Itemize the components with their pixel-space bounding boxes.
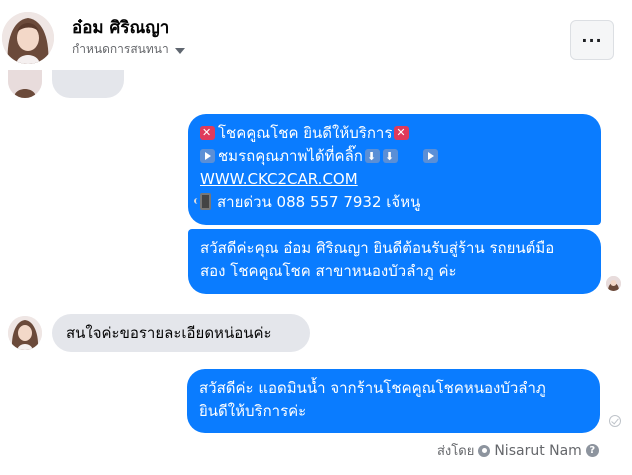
message-text: ยินดีให้บริการค่ะ [199,402,307,420]
caret-down-icon [174,47,185,54]
gear-icon [478,444,491,457]
message-line: ชมรถคุณภาพได้ที่คลิ๊ก [200,145,589,168]
conversation-settings-label: กำหนดการสนทนา [72,42,169,56]
down-arrow-icon [364,145,380,168]
message-text: สนใจค่ะขอรายละเอียดหน่อนค่ะ [66,324,272,342]
contact-avatar-small[interactable] [8,316,42,350]
contact-name[interactable]: อ๋อม ศิริณญา [72,14,169,41]
play-button-icon [422,149,438,163]
sender-name: Nisarut Nam [494,442,582,459]
previous-message-bubble [52,70,124,98]
cross-mark-icon [394,121,410,144]
messenger-conversation: อ๋อม ศิริณญา กำหนดการสนทนา ··· โชคคูณโชค… [0,0,632,475]
sent-by-info: ส่งโดย Nisarut Nam ? [437,440,599,461]
message-text: สอง โชคคูณโชค สาขาหนองบัวลำภู ค่ะ [200,262,457,280]
sent-check-icon [609,415,621,427]
more-icon: ··· [581,30,603,50]
message-text: ชมรถคุณภาพได้ที่คลิ๊ก [218,147,363,165]
seen-indicator-avatar [606,276,621,291]
message-text: สายด่วน 088 557 7932 เจ้หนู [217,193,421,211]
message-text: โชคคูณโชค ยินดีให้บริการ [218,124,393,142]
incoming-message-bubble: สนใจค่ะขอรายละเอียดหน่อนค่ะ [52,314,310,352]
message-line: โชคคูณโชค ยินดีให้บริการ [200,121,589,145]
mobile-phone-icon [194,193,211,210]
sent-by-label: ส่งโดย [437,444,475,459]
previous-sender-avatar [8,70,42,98]
message-text: สวัสดีค่ะคุณ อ๋อม ศิริณญา ยินดีต้อนรับสู… [200,239,555,257]
play-button-icon [200,149,215,163]
down-arrow-icon [382,145,398,168]
cross-mark-icon [200,121,215,144]
help-icon[interactable]: ? [585,444,599,457]
contact-avatar[interactable] [2,12,54,64]
conversation-settings-dropdown[interactable]: กำหนดการสนทนา [72,40,185,59]
website-link[interactable]: WWW.CKC2CAR.COM [200,168,589,191]
message-line: สายด่วน 088 557 7932 เจ้หนู [194,191,589,214]
outgoing-message-bubble: สวัสดีค่ะ แอดมินน้ำ จากร้านโชคคูณโชคหนอง… [187,369,600,433]
more-options-button[interactable]: ··· [570,20,614,60]
outgoing-message-bubble: สวัสดีค่ะคุณ อ๋อม ศิริณญา ยินดีต้อนรับสู… [188,229,601,294]
message-text: สวัสดีค่ะ แอดมินน้ำ จากร้านโชคคูณโชคหนอง… [199,379,546,397]
outgoing-message-bubble: โชคคูณโชค ยินดีให้บริการ ชมรถคุณภาพได้ที… [188,114,601,225]
